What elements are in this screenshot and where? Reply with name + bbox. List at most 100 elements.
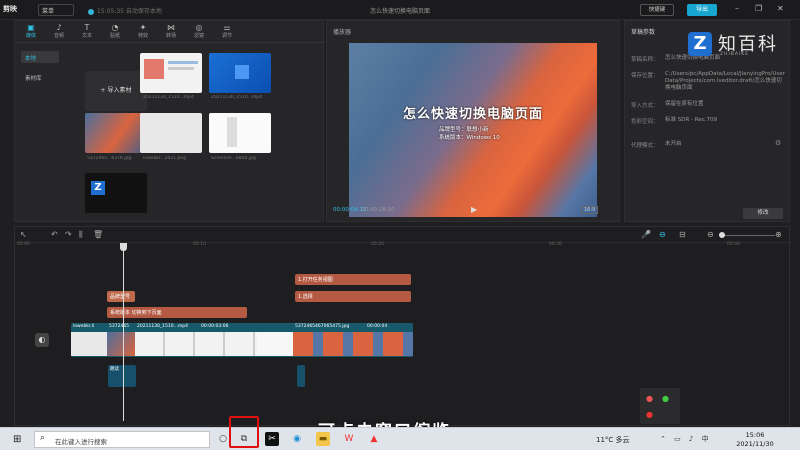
link-icon[interactable]: ⊖ [659, 230, 666, 239]
text-clip[interactable]: 品牌型号 [107, 291, 135, 302]
prop-value: C:/Users/pc/AppData/Local/JianyingPro/Us… [665, 71, 785, 91]
play-icon[interactable]: ▶ [471, 205, 477, 214]
tab-filter[interactable]: ◎ 滤镜 [187, 23, 211, 41]
media-clip[interactable] [140, 113, 202, 153]
ruler-label: 00:00 [17, 242, 30, 247]
menu-button[interactable]: 菜单 [38, 4, 74, 16]
track-cover-icon[interactable]: ◐ [35, 333, 49, 347]
edge-icon[interactable]: ◉ [290, 432, 304, 446]
split-icon[interactable]: ⫼ [79, 230, 83, 240]
clip-name: 20211130_1510...mp4 [211, 95, 263, 100]
windows-start-icon[interactable]: ⊞ [13, 434, 21, 445]
playhead[interactable] [120, 243, 127, 421]
tab-audio[interactable]: ♪ 音频 [47, 23, 71, 41]
delete-icon[interactable]: 🗑 [93, 230, 103, 239]
text-clip[interactable]: 1.选择 [295, 291, 411, 302]
clock-date[interactable]: 2021/11/30 [733, 440, 777, 448]
properties-title: 草稿参数 [631, 29, 656, 36]
transition-icon: ⋈ [167, 23, 175, 32]
clip-label: 20211130_1510...mp4 [137, 324, 189, 329]
media-clip[interactable] [140, 53, 202, 93]
clip-name: 20211130_1510...mp4 [143, 95, 195, 100]
text-clip[interactable]: 1.打开任务视图 [295, 274, 411, 285]
video-preview[interactable]: 怎么快速切换电脑页面 品牌型号：联想小新 系统版本：Windows 10 [349, 43, 597, 217]
wps-taskbar-icon[interactable]: W [342, 432, 356, 446]
audio-clip[interactable]: 朗读 [108, 365, 136, 387]
video-subtitle-model: 品牌型号：联想小新 [439, 127, 489, 133]
media-clip[interactable]: Z [85, 173, 147, 213]
effects-icon: ✦ [139, 23, 147, 32]
audio-icon: ♪ [56, 23, 62, 32]
undo-icon[interactable]: ↶ [51, 230, 58, 239]
close-icon[interactable]: ✕ [777, 4, 784, 13]
export-button[interactable]: 导出 [687, 4, 717, 16]
media-clip[interactable] [209, 53, 271, 93]
player-label: 播放器 [333, 29, 352, 36]
player-controls: 00:00:04:12 00:00:28:10 ▶ 16:9 [327, 204, 621, 220]
weather-status[interactable]: 11°C 多云 [596, 435, 630, 445]
adjust-icon: ⚌ [223, 23, 231, 32]
timeline-toolbar: ↖ ↶ ↷ ⫼ 🗑 🎤 ⊖ ⊟ ⊖ ⊕ [15, 227, 791, 243]
watermark-logo-icon: Z [688, 32, 712, 56]
snap-icon[interactable]: ⊟ [679, 230, 686, 239]
settings-icon[interactable]: ⚙ [775, 139, 781, 147]
notification-popup[interactable]: ● ● ● [640, 388, 680, 424]
tab-effects[interactable]: ✦ 特效 [131, 23, 155, 41]
clip-label: 5372465467065475.jpg [295, 324, 350, 329]
modify-button[interactable]: 修改 [743, 208, 783, 219]
total-time: 00:00:28:10 [361, 207, 395, 213]
sticker-icon: ◔ [111, 23, 119, 32]
prop-label: 导入方式： [631, 103, 659, 109]
zoom-in-icon[interactable]: ⊕ [775, 230, 782, 239]
highlight-box [229, 416, 259, 448]
redo-icon[interactable]: ↷ [65, 230, 72, 239]
maximize-icon[interactable]: ❐ [755, 4, 762, 13]
microphone-icon[interactable]: 🎤 [641, 230, 651, 239]
cortana-icon[interactable]: ○ [216, 432, 230, 446]
title-bar: 剪映 菜单 15:05:35 自动保存本地 怎么快速切换电脑页面 快捷键 导出 … [0, 0, 800, 20]
file-explorer-icon[interactable]: ▬ [316, 432, 330, 446]
tab-media[interactable]: ▣ 媒体 [19, 23, 43, 41]
filter-icon: ◎ [195, 23, 203, 32]
minimize-icon[interactable]: – [735, 4, 739, 13]
clock-time[interactable]: 15:06 [733, 431, 777, 439]
search-icon: ⌕ [40, 433, 46, 443]
capcut-icon[interactable]: ✂ [265, 432, 279, 446]
ruler-label: 00:40 [727, 242, 740, 247]
media-panel: ▣ 媒体 ♪ 音频 T 文本 ◔ 贴纸 ✦ 特效 ⋈ 转场 ◎ 滤镜 ⚌ 调节 本地 素材库 +… [14, 20, 325, 222]
watermark-subtext: ZHIBAIKE [720, 52, 750, 57]
sidebar-item-local[interactable]: 本地 [21, 51, 59, 63]
prop-label: 代理模式： [631, 143, 659, 149]
watermark: Z 知百科 ZHIBAIKE [682, 28, 798, 68]
zoom-slider[interactable] [719, 232, 775, 238]
ruler-label: 00:10 [193, 242, 206, 247]
audio-clip[interactable] [297, 365, 305, 387]
tab-text[interactable]: T 文本 [75, 23, 99, 41]
taskbar-search[interactable]: ⌕ 在此键入进行搜索 [34, 431, 210, 448]
clip-name: lowebkr...2021.png [143, 156, 187, 161]
select-tool-icon[interactable]: ↖ [20, 230, 27, 239]
sidebar-item-library[interactable]: 素材库 [21, 71, 59, 83]
media-clip[interactable] [85, 113, 147, 153]
autosave-status: 15:05:35 自动保存本地 [88, 6, 162, 15]
document-title: 怎么快速切换电脑页面 [369, 8, 430, 15]
clip-label: 5372465 [109, 324, 130, 329]
text-clip[interactable]: 系统版本 切换到下页面 [107, 307, 247, 318]
prop-label: 草稿名称： [631, 57, 659, 63]
wechat-icon: ● [662, 394, 669, 403]
ruler-label: 00:30 [549, 242, 562, 247]
tab-transition[interactable]: ⋈ 转场 [159, 23, 183, 41]
ruler-label: 00:20 [371, 242, 384, 247]
system-tray-icons[interactable]: ⌃ ▭ ♪ 中 [660, 434, 712, 444]
aspect-ratio-button[interactable]: 16:9 [581, 206, 599, 214]
media-clip[interactable] [209, 113, 271, 153]
prop-value: 保留在原有位置 [665, 101, 704, 107]
zoom-out-icon[interactable]: ⊖ [707, 230, 714, 239]
clip-label: 00:00:03:06 [201, 324, 229, 329]
tab-adjust[interactable]: ⚌ 调节 [215, 23, 239, 41]
prop-value: 未开启 [665, 141, 682, 147]
shortcut-button[interactable]: 快捷键 [640, 4, 674, 16]
import-media-button[interactable]: + 导入素材 [85, 71, 147, 111]
app-taskbar-icon[interactable]: ▲ [367, 432, 381, 446]
tab-sticker[interactable]: ◔ 贴纸 [103, 23, 127, 41]
